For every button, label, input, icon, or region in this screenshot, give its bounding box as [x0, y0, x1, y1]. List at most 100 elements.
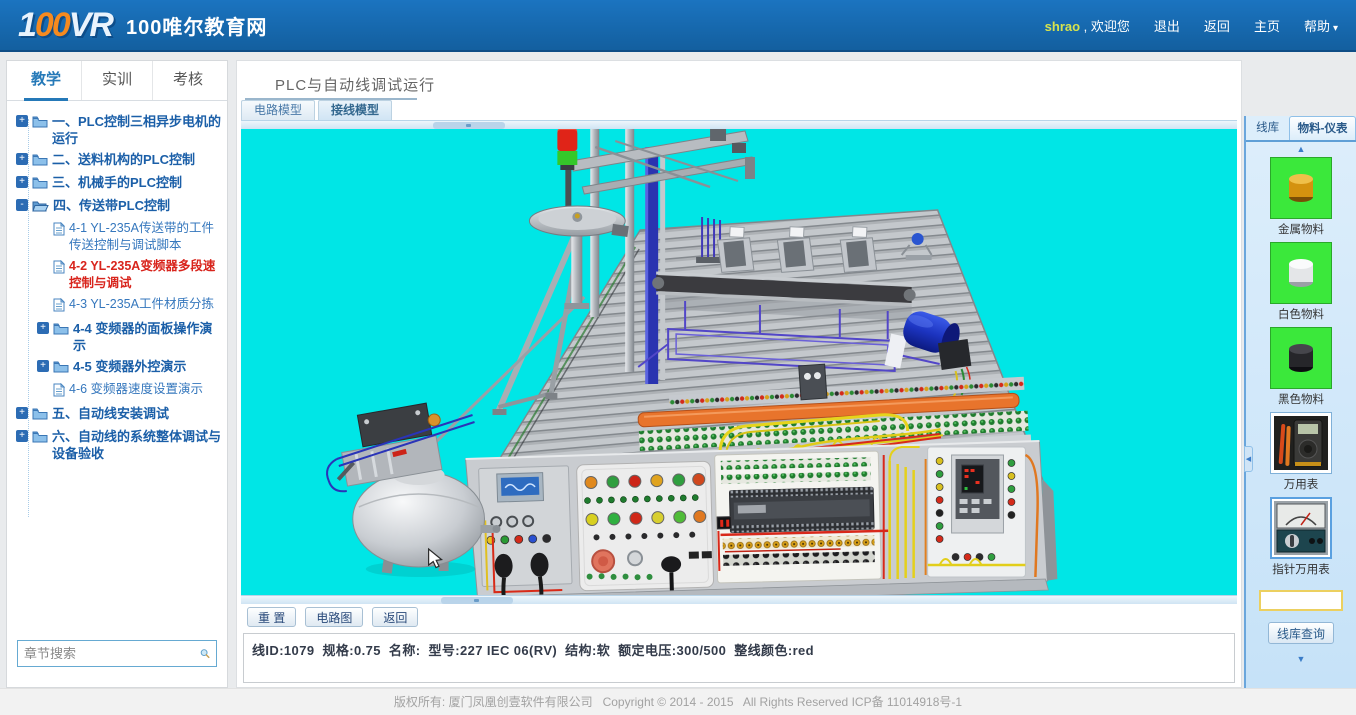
folder-icon [53, 360, 69, 377]
course-tree: + 一、PLC控制三相异步电机的运行 + 二、送料机构的PLC控制 + 三、机械手的PLC… [15, 109, 223, 627]
material-item: 万用表 [1268, 412, 1334, 497]
tree-row: 4-1 YL-235A传送带的工件传送控制与调试脚本 [36, 220, 223, 254]
viewport-3d[interactable] [241, 129, 1237, 595]
tree-item-label[interactable]: 三、机械手的PLC控制 [52, 174, 182, 191]
welcome-text: shrao , 欢迎您 [1045, 16, 1130, 35]
material-thumb-digital-multimeter[interactable] [1270, 412, 1332, 474]
button-panel [577, 461, 714, 595]
sidebar-tab-0[interactable]: 教学 [11, 61, 81, 100]
document-icon [53, 260, 65, 278]
control-console [466, 441, 1049, 595]
tree-item-label[interactable]: 4-1 YL-235A传送带的工件传送控制与调试脚本 [69, 220, 223, 254]
tree-row: +4-4 变频器的面板操作演示 [36, 320, 223, 354]
site-logo[interactable]: 100VR [18, 6, 112, 45]
return-button[interactable]: 返回 [372, 607, 418, 627]
folder-icon [53, 322, 69, 339]
material-thumb-cylinder-black[interactable] [1270, 327, 1332, 389]
sidebar-tab-1[interactable]: 实训 [81, 61, 152, 100]
3d-scene [241, 129, 1237, 595]
copyright-text: 版权所有: 厦门凤凰创壹软件有限公司 Copyright © 2014 - 20… [394, 695, 962, 709]
tree-row: + 三、机械手的PLC控制 [15, 174, 223, 193]
tree-toggle-icon[interactable]: + [37, 322, 49, 334]
material-label: 白色物料 [1268, 306, 1334, 322]
material-item: 指针万用表 [1268, 497, 1334, 582]
tab-wiring-model[interactable]: 接线模型 [318, 100, 392, 121]
tree-row: 4-6 变频器速度设置演示 [36, 381, 223, 401]
collapse-up-arrow[interactable]: ▲ [1246, 142, 1356, 157]
tab-circuit-model[interactable]: 电路模型 [241, 100, 315, 121]
help-link[interactable]: 帮助▾ [1304, 16, 1338, 35]
home-link[interactable]: 主页 [1254, 16, 1280, 35]
circuit-diagram-button[interactable]: 电路图 [305, 607, 363, 627]
viewport-scrollbar-bottom[interactable] [241, 595, 1237, 604]
search-icon[interactable] [200, 645, 210, 662]
site-title: 100唯尔教育网 [126, 11, 267, 40]
folder-icon [32, 153, 48, 170]
folder-icon [32, 430, 48, 447]
panel-collapse-handle[interactable]: ◀ [1244, 446, 1253, 472]
scrollbar-thumb[interactable] [433, 122, 505, 129]
tree-row: + 一、PLC控制三相异步电机的运行 [15, 113, 223, 147]
logout-link[interactable]: 退出 [1154, 16, 1180, 35]
tree-item-label[interactable]: 4-3 YL-235A工件材质分拣 [69, 296, 214, 313]
material-thumb-cylinder-white[interactable] [1270, 242, 1332, 304]
tree-item-label[interactable]: 4-4 变频器的面板操作演示 [73, 320, 223, 354]
document-icon [53, 222, 65, 240]
tree-row: + 五、自动线安装调试 [15, 405, 223, 424]
material-thumb-analog-multimeter[interactable] [1270, 497, 1332, 559]
tree-toggle-icon[interactable]: + [16, 407, 28, 419]
materials-panel: 线库物料-仪表 ▲ 金属物料白色物料黑色物料万用表指针万用表 线库查询 ▼ ◀ [1244, 116, 1356, 688]
viewport-scrollbar-top[interactable] [241, 120, 1237, 129]
tree-row: + 六、自动线的系统整体调试与设备验收 [15, 428, 223, 462]
tree-item-label[interactable]: 4-6 变频器速度设置演示 [69, 381, 203, 398]
sensor-blue [912, 233, 924, 245]
wire-status-bar: 线ID:1079 规格:0.75 名称: 型号:227 IEC 06(RV) 结… [243, 633, 1235, 683]
wire-status-text: 线ID:1079 规格:0.75 名称: 型号:227 IEC 06(RV) 结… [252, 643, 814, 658]
material-label: 指针万用表 [1268, 561, 1334, 577]
header-nav: shrao , 欢迎您 退出 返回 主页 帮助▾ [1045, 16, 1338, 35]
tree-row: + 二、送料机构的PLC控制 [15, 151, 223, 170]
collapse-down-arrow[interactable]: ▼ [1246, 652, 1356, 667]
back-link[interactable]: 返回 [1204, 16, 1230, 35]
tree-item-label[interactable]: 一、PLC控制三相异步电机的运行 [52, 113, 223, 147]
junction-box [799, 364, 827, 400]
tree-row: - 四、传送带PLC控制 [15, 197, 223, 216]
material-label: 黑色物料 [1268, 391, 1334, 407]
material-item: 白色物料 [1268, 242, 1334, 327]
material-item: 金属物料 [1268, 157, 1334, 242]
tab-wire-library[interactable]: 线库 [1246, 116, 1289, 140]
folder-icon [32, 199, 49, 216]
main-panel: PLC与自动线调试运行 电路模型接线模型 [236, 60, 1242, 688]
tree-item-label[interactable]: 4-5 变频器外控演示 [73, 358, 186, 375]
tree-toggle-icon[interactable]: + [16, 115, 28, 127]
tree-item-label[interactable]: 四、传送带PLC控制 [53, 197, 170, 214]
tree-toggle-icon[interactable]: + [16, 430, 28, 442]
material-label: 金属物料 [1268, 221, 1334, 237]
tree-toggle-icon[interactable]: + [37, 360, 49, 372]
tree-item-label[interactable]: 五、自动线安装调试 [52, 405, 169, 422]
wire-query-input[interactable] [1259, 590, 1343, 611]
folder-icon [32, 176, 48, 193]
course-sidebar: 教学实训考核 + 一、PLC控制三相异步电机的运行 + 二、送料机构的PLC控制 + 三、… [6, 60, 228, 688]
plc-panel [715, 451, 890, 583]
material-item: 黑色物料 [1268, 327, 1334, 412]
inverter-panel [928, 447, 1038, 577]
wire-query-button[interactable]: 线库查询 [1268, 622, 1334, 644]
material-thumb-cylinder-gold[interactable] [1270, 157, 1332, 219]
tree-item-label[interactable]: 六、自动线的系统整体调试与设备验收 [52, 428, 223, 462]
top-header: 100VR 100唯尔教育网 shrao , 欢迎您 退出 返回 主页 帮助▾ [0, 0, 1356, 52]
tree-item-label[interactable]: 二、送料机构的PLC控制 [52, 151, 195, 168]
chapter-search-input[interactable] [24, 646, 200, 661]
scrollbar-thumb[interactable] [441, 597, 513, 604]
page-title: PLC与自动线调试运行 [275, 74, 435, 95]
tab-materials-instruments[interactable]: 物料-仪表 [1289, 116, 1356, 140]
sidebar-tab-2[interactable]: 考核 [152, 61, 223, 100]
reset-button[interactable]: 重 置 [247, 607, 296, 627]
tree-toggle-icon[interactable]: + [16, 176, 28, 188]
tree-item-label[interactable]: 4-2 YL-235A变频器多段速控制与调试 [69, 258, 223, 292]
folder-icon [32, 407, 48, 424]
tree-toggle-icon[interactable]: - [16, 199, 28, 211]
document-icon [53, 383, 65, 401]
tree-row: 4-2 YL-235A变频器多段速控制与调试 [36, 258, 223, 292]
tree-toggle-icon[interactable]: + [16, 153, 28, 165]
